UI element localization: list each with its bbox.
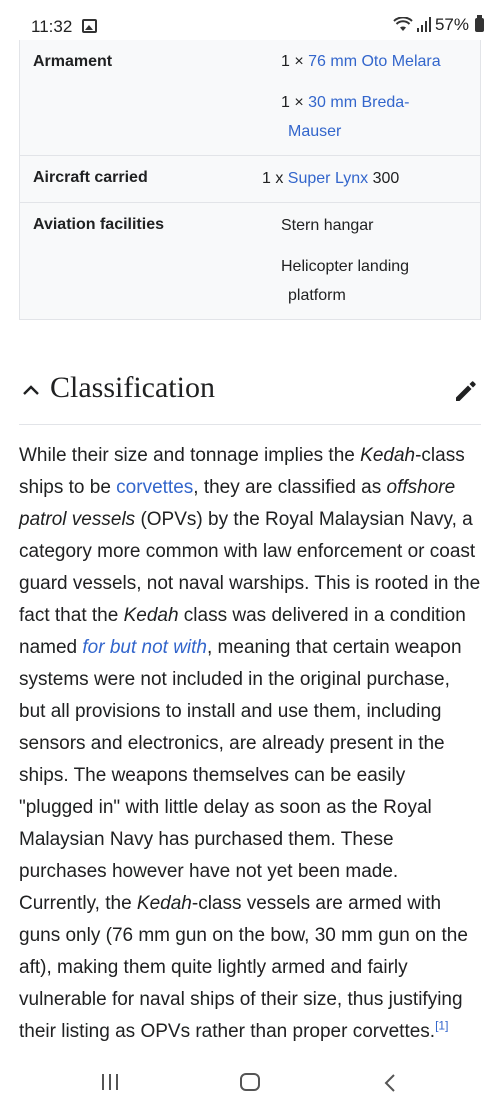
aviation-item-2-line2: platform: [288, 287, 346, 304]
signal-icon: [416, 17, 431, 32]
para-text: , meaning that certain weapon systems we…: [19, 637, 462, 914]
para-italic-kedah: Kedah: [123, 605, 179, 626]
link-super-lynx[interactable]: Super Lynx: [288, 170, 368, 187]
para-text: While their size and tonnage implies the: [19, 445, 361, 466]
aircraft-prefix: 1 x: [262, 170, 288, 187]
status-bar: 11:32 57%: [0, 0, 500, 40]
infobox-row-aviation: Aviation facilities Stern hangar Helicop…: [20, 203, 480, 319]
link-corvettes[interactable]: corvettes: [116, 477, 193, 498]
armament-item-2: 1 × 30 mm Breda- Mauser: [281, 88, 410, 146]
armament-item-1: 1 × 76 mm Oto Melara: [281, 47, 441, 76]
link-for-but-not-with[interactable]: for but not with: [82, 637, 207, 658]
section-heading-classification[interactable]: Classification: [19, 363, 481, 425]
home-icon[interactable]: [240, 1073, 260, 1091]
system-nav-bar: [0, 1054, 500, 1111]
para-text: , they are classified as: [193, 477, 387, 498]
back-icon[interactable]: [382, 1073, 398, 1093]
aircraft-suffix: 300: [368, 170, 400, 187]
armament-label: Armament: [33, 53, 113, 70]
para-italic-kedah: Kedah: [136, 893, 192, 914]
edit-pencil-icon[interactable]: [453, 378, 479, 404]
gallery-notification-icon: [82, 19, 97, 33]
aviation-item-2: Helicopter landing platform: [281, 252, 409, 310]
aviation-item-2-line1: Helicopter landing: [281, 258, 410, 275]
recent-apps-icon[interactable]: [102, 1074, 118, 1090]
reference-link-1[interactable]: [1]: [435, 1019, 448, 1033]
aviation-label: Aviation facilities: [33, 216, 164, 233]
classification-paragraph: While their size and tonnage implies the…: [19, 440, 481, 1048]
status-indicators: 57%: [393, 15, 484, 35]
aircraft-label: Aircraft carried: [33, 169, 148, 186]
armament-prefix-2: 1 ×: [281, 94, 309, 111]
aircraft-value: 1 x Super Lynx 300: [262, 164, 399, 193]
infobox-row-armament: Armament 1 × 76 mm Oto Melara 1 × 30 mm …: [20, 40, 480, 156]
aviation-item-1: Stern hangar: [281, 217, 374, 234]
infobox: Armament 1 × 76 mm Oto Melara 1 × 30 mm …: [19, 40, 481, 320]
wifi-icon: [393, 17, 413, 31]
battery-icon: [475, 15, 484, 32]
link-oto-melara[interactable]: 76 mm Oto Melara: [308, 53, 440, 70]
battery-percent: 57%: [434, 15, 469, 34]
collapse-caret-icon[interactable]: [21, 381, 41, 401]
armament-prefix-1: 1 ×: [281, 53, 309, 70]
para-text: -class vessels are armed with guns only …: [19, 893, 468, 1042]
infobox-row-aircraft: Aircraft carried 1 x Super Lynx 300: [20, 156, 480, 203]
status-time: 11:32: [31, 17, 73, 36]
link-breda-mauser[interactable]: 30 mm Breda-: [308, 94, 409, 111]
para-italic-kedah: Kedah: [360, 445, 416, 466]
link-breda-mauser-cont[interactable]: Mauser: [288, 123, 341, 140]
section-title: Classification: [50, 371, 215, 404]
